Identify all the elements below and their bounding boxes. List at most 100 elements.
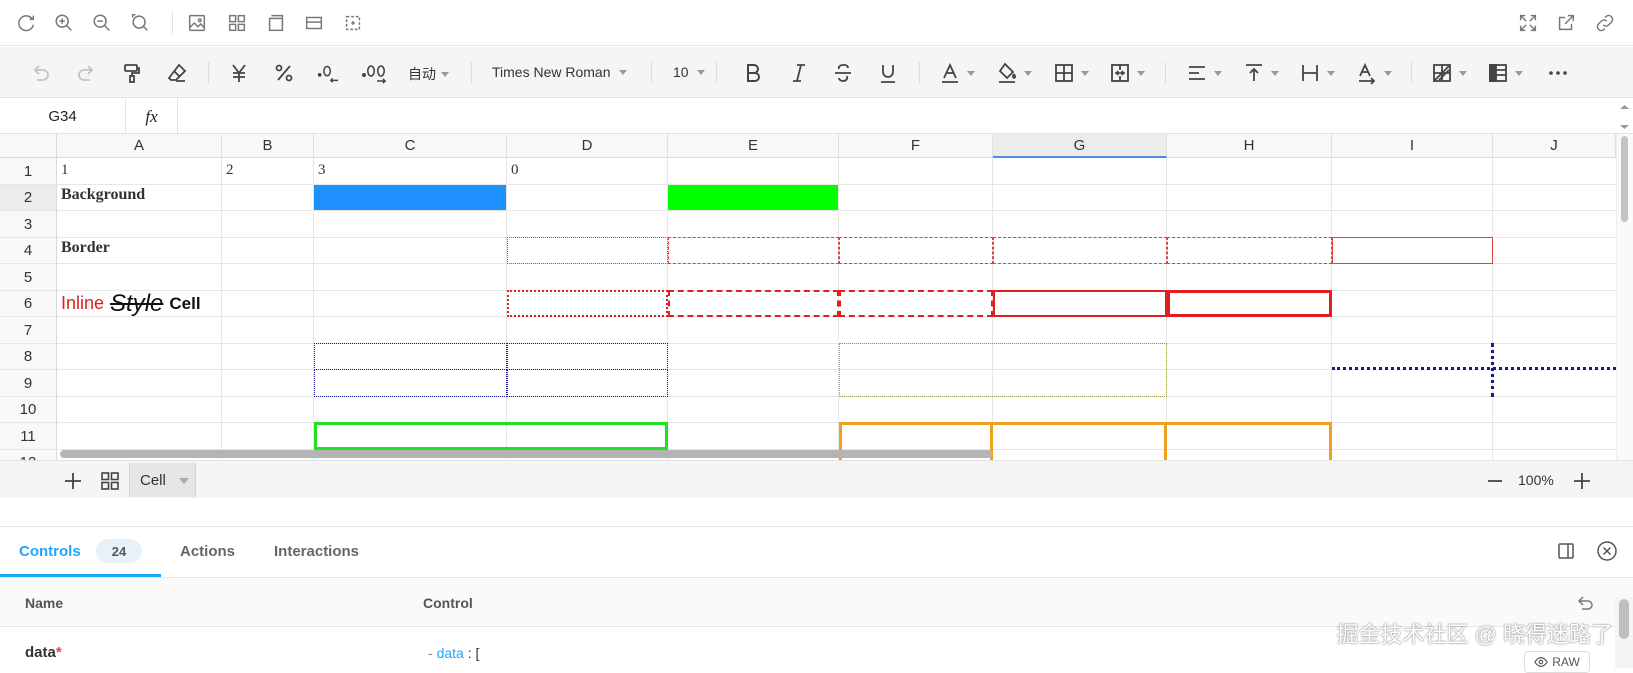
row-header-11[interactable]: 11	[0, 423, 57, 450]
column-header-b[interactable]: B	[222, 134, 314, 158]
raw-button[interactable]: RAW	[1524, 651, 1590, 673]
cell-h11-border[interactable]	[1167, 422, 1332, 460]
cell-b1[interactable]: 2	[226, 162, 234, 179]
cell-e2-fill[interactable]	[668, 185, 838, 210]
cell-f8-h9-border[interactable]	[839, 343, 1167, 397]
row-header-4[interactable]: 4	[0, 238, 57, 264]
column-header-a[interactable]: A	[57, 134, 222, 158]
column-header-d[interactable]: D	[507, 134, 668, 158]
vertical-align-button[interactable]	[1242, 61, 1279, 85]
grid-icon[interactable]	[226, 12, 248, 34]
fullscreen-icon[interactable]	[1517, 12, 1539, 34]
decrease-decimal-icon[interactable]	[316, 61, 340, 85]
open-new-tab-icon[interactable]	[1555, 12, 1577, 34]
zoom-out-icon[interactable]	[91, 12, 113, 34]
panel-layout-icon[interactable]	[1556, 541, 1576, 561]
increase-decimal-icon[interactable]	[361, 61, 389, 85]
cell-a4[interactable]: Border	[61, 239, 110, 257]
font-family-select[interactable]: Times New Roman	[492, 64, 627, 80]
italic-icon[interactable]	[787, 61, 811, 85]
cell-a1[interactable]: 1	[61, 162, 69, 179]
cell-a6[interactable]: Inline Style Cell	[61, 290, 201, 317]
conditional-format-button[interactable]	[1430, 61, 1467, 85]
bold-icon[interactable]	[741, 61, 765, 85]
cell-d4-border[interactable]	[507, 237, 668, 264]
column-header-j[interactable]: J	[1493, 134, 1616, 158]
underline-icon[interactable]	[876, 61, 900, 85]
close-icon[interactable]	[1596, 540, 1618, 562]
tab-interactions[interactable]: Interactions	[274, 543, 359, 560]
cell-g11-border[interactable]	[993, 422, 1167, 460]
merge-cells-button[interactable]	[1108, 61, 1145, 85]
borders-button[interactable]	[1052, 61, 1089, 85]
row-header-5[interactable]: 5	[0, 264, 57, 291]
fill-color-button[interactable]	[995, 61, 1032, 85]
cell-d9-border[interactable]	[507, 369, 668, 397]
currency-format-icon[interactable]	[227, 61, 251, 85]
viewport-icon[interactable]	[265, 12, 287, 34]
horizontal-align-button[interactable]	[1185, 61, 1222, 85]
undo-icon[interactable]	[28, 61, 52, 85]
cell-c9-border[interactable]	[314, 369, 507, 397]
number-format-select[interactable]: 自动	[408, 64, 449, 84]
column-header-i[interactable]: I	[1332, 134, 1493, 158]
column-header-c[interactable]: C	[314, 134, 507, 158]
copy-link-icon[interactable]	[1594, 12, 1616, 34]
more-icon[interactable]	[1546, 61, 1570, 85]
cell-i4-border[interactable]	[1332, 237, 1493, 264]
column-header-h[interactable]: H	[1167, 134, 1332, 158]
cell-c2-fill[interactable]	[314, 185, 506, 210]
json-collapse-toggle[interactable]: -	[428, 645, 437, 661]
row-header-9[interactable]: 9	[0, 370, 57, 397]
redo-icon[interactable]	[75, 61, 99, 85]
cell-d1[interactable]: 0	[511, 162, 519, 179]
row-header-10[interactable]: 10	[0, 397, 57, 423]
cell-c1[interactable]: 3	[318, 162, 326, 179]
strikethrough-icon[interactable]	[831, 61, 855, 85]
cell-g6-border[interactable]	[993, 290, 1167, 317]
json-editor[interactable]: - data : [	[428, 645, 479, 661]
spreadsheet-grid[interactable]: A B C D E F G H I J 1 2 3 4 5 6 7 8 9 10…	[0, 134, 1633, 460]
formula-scrollbar[interactable]	[1616, 99, 1633, 134]
cell-f4-border[interactable]	[839, 237, 993, 264]
add-sheet-icon[interactable]	[61, 469, 85, 493]
freeze-button[interactable]	[1486, 61, 1523, 85]
text-wrap-button[interactable]	[1298, 61, 1335, 85]
horizontal-scrollbar[interactable]	[60, 450, 992, 458]
cell-d8-border[interactable]	[507, 343, 668, 370]
chevron-down-icon[interactable]	[179, 478, 189, 484]
tab-controls[interactable]: Controls	[19, 543, 81, 560]
cell-a2[interactable]: Background	[61, 186, 145, 204]
column-header-g[interactable]: G	[993, 134, 1167, 158]
zoom-out-sheet-icon[interactable]	[1483, 469, 1507, 493]
row-header-8[interactable]: 8	[0, 344, 57, 370]
clear-format-icon[interactable]	[165, 61, 189, 85]
cell-name-box[interactable]: G34	[0, 99, 126, 134]
panel-scrollbar[interactable]	[1619, 599, 1629, 639]
row-header-7[interactable]: 7	[0, 317, 57, 344]
row-header-6[interactable]: 6	[0, 291, 57, 317]
font-size-select[interactable]: 10	[673, 64, 705, 80]
row-header-2[interactable]: 2	[0, 185, 57, 211]
cell-h6-border[interactable]	[1167, 290, 1332, 317]
cell-h4-border[interactable]	[1167, 237, 1332, 264]
cell-d6-border[interactable]	[507, 290, 668, 317]
reload-icon[interactable]	[15, 12, 37, 34]
sheet-tab-cell[interactable]: Cell	[129, 463, 196, 497]
outline-icon[interactable]	[342, 12, 364, 34]
tab-actions[interactable]: Actions	[180, 543, 235, 560]
background-image-icon[interactable]	[186, 12, 208, 34]
column-header-e[interactable]: E	[668, 134, 839, 158]
font-color-button[interactable]	[938, 61, 975, 85]
zoom-in-icon[interactable]	[53, 12, 75, 34]
cell-e6-border[interactable]	[668, 290, 839, 317]
cell-c11-d11-border[interactable]	[314, 422, 668, 450]
percent-format-icon[interactable]	[272, 61, 296, 85]
reset-zoom-icon[interactable]	[129, 12, 151, 34]
measure-icon[interactable]	[303, 12, 325, 34]
row-header-1[interactable]: 1	[0, 158, 57, 185]
cell-g4-border[interactable]	[993, 237, 1167, 264]
cell-f6-border[interactable]	[839, 290, 993, 317]
vertical-scrollbar[interactable]	[1621, 136, 1628, 222]
all-sheets-icon[interactable]	[98, 469, 122, 493]
